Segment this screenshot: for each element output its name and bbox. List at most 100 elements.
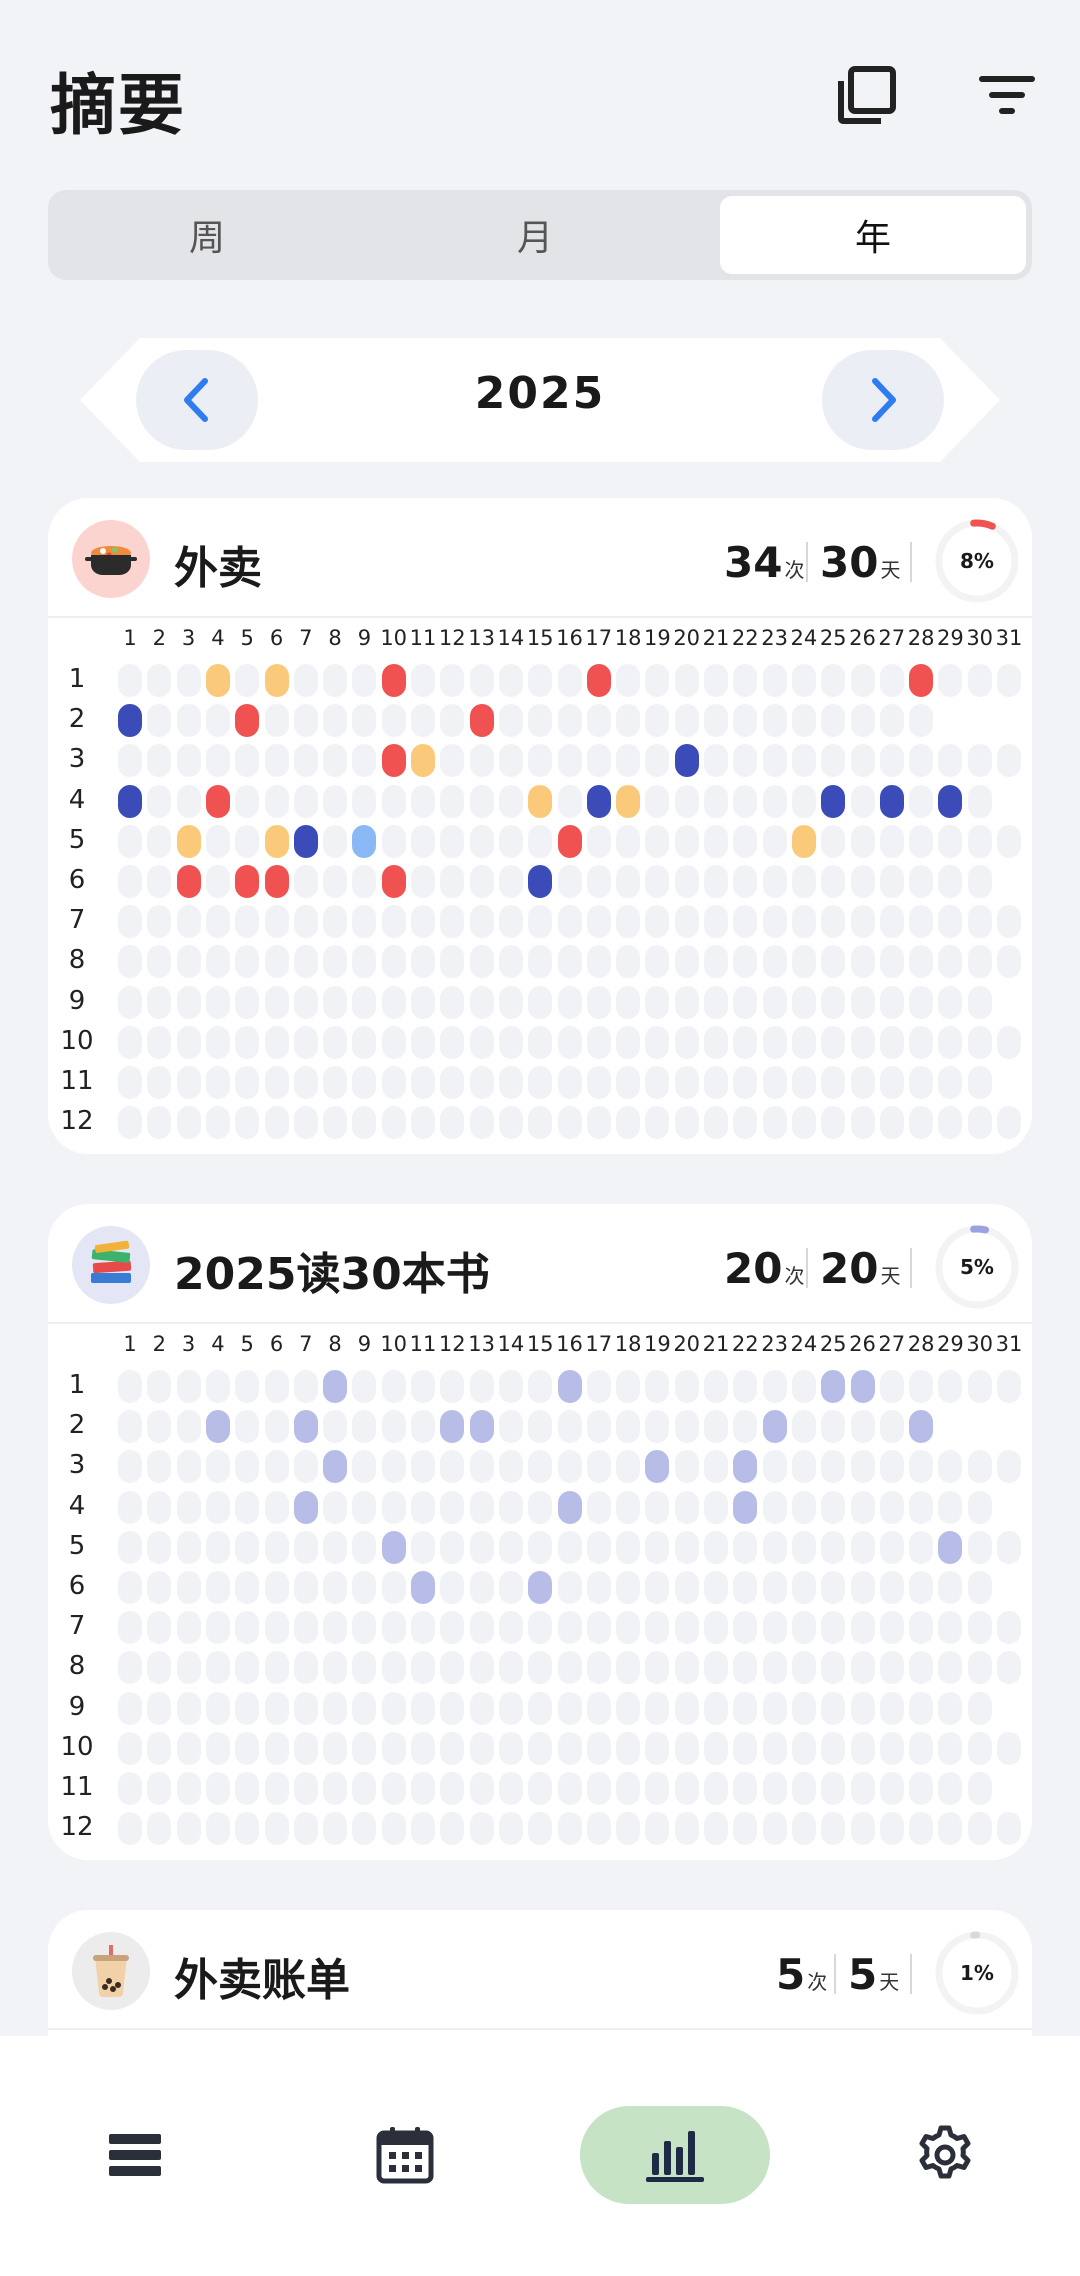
day-cell[interactable] <box>498 1450 523 1484</box>
day-cell[interactable] <box>733 1450 758 1484</box>
day-cell[interactable] <box>293 704 318 738</box>
day-cell[interactable] <box>469 1490 494 1524</box>
day-cell[interactable] <box>147 865 172 898</box>
day-cell[interactable] <box>323 824 348 858</box>
day-cell[interactable] <box>381 905 406 939</box>
nav-settings[interactable] <box>890 2106 1000 2204</box>
day-cell[interactable] <box>381 865 406 898</box>
day-cell[interactable] <box>205 985 230 1019</box>
day-cell[interactable] <box>821 1611 846 1645</box>
day-cell[interactable] <box>469 784 494 818</box>
day-cell[interactable] <box>469 704 494 738</box>
day-cell[interactable] <box>381 1025 406 1059</box>
copy-icon[interactable] <box>832 60 902 130</box>
day-cell[interactable] <box>469 1370 494 1403</box>
day-cell[interactable] <box>323 1651 348 1685</box>
day-cell[interactable] <box>498 1691 523 1725</box>
day-cell[interactable] <box>967 905 992 939</box>
day-cell[interactable] <box>469 1410 494 1444</box>
day-cell[interactable] <box>352 1731 377 1765</box>
day-cell[interactable] <box>616 905 641 939</box>
day-cell[interactable] <box>205 905 230 939</box>
day-cell[interactable] <box>205 784 230 818</box>
day-cell[interactable] <box>381 1530 406 1564</box>
day-cell[interactable] <box>293 1651 318 1685</box>
day-cell[interactable] <box>645 824 670 858</box>
day-cell[interactable] <box>176 664 201 697</box>
day-cell[interactable] <box>909 1691 934 1725</box>
day-cell[interactable] <box>762 905 787 939</box>
day-cell[interactable] <box>997 824 1021 858</box>
day-cell[interactable] <box>528 865 553 898</box>
day-cell[interactable] <box>909 744 934 778</box>
day-cell[interactable] <box>704 1571 728 1604</box>
day-cell[interactable] <box>235 1450 260 1484</box>
day-cell[interactable] <box>616 1691 641 1725</box>
day-cell[interactable] <box>821 1530 846 1564</box>
day-cell[interactable] <box>498 1066 523 1099</box>
day-cell[interactable] <box>176 824 201 858</box>
day-cell[interactable] <box>821 865 846 898</box>
day-cell[interactable] <box>381 1611 406 1645</box>
day-cell[interactable] <box>147 1651 172 1685</box>
day-cell[interactable] <box>997 945 1021 979</box>
day-cell[interactable] <box>674 1731 699 1765</box>
day-cell[interactable] <box>850 1772 875 1805</box>
day-cell[interactable] <box>704 704 728 738</box>
day-cell[interactable] <box>147 1025 172 1059</box>
day-cell[interactable] <box>147 985 172 1019</box>
day-cell[interactable] <box>557 1812 582 1846</box>
day-cell[interactable] <box>469 1691 494 1725</box>
day-cell[interactable] <box>411 824 435 858</box>
day-cell[interactable] <box>264 1571 289 1604</box>
day-cell[interactable] <box>118 1370 142 1403</box>
day-cell[interactable] <box>645 1025 670 1059</box>
day-cell[interactable] <box>147 1530 172 1564</box>
day-cell[interactable] <box>616 824 641 858</box>
day-cell[interactable] <box>205 1490 230 1524</box>
day-cell[interactable] <box>176 1812 201 1846</box>
day-cell[interactable] <box>762 1370 787 1403</box>
day-cell[interactable] <box>176 1490 201 1524</box>
day-cell[interactable] <box>791 1106 816 1140</box>
day-cell[interactable] <box>762 1571 787 1604</box>
day-cell[interactable] <box>821 1066 846 1099</box>
day-cell[interactable] <box>733 1611 758 1645</box>
day-cell[interactable] <box>967 1731 992 1765</box>
day-cell[interactable] <box>733 945 758 979</box>
day-cell[interactable] <box>821 945 846 979</box>
day-cell[interactable] <box>498 704 523 738</box>
day-cell[interactable] <box>791 784 816 818</box>
day-cell[interactable] <box>586 824 611 858</box>
day-cell[interactable] <box>118 1812 142 1846</box>
day-cell[interactable] <box>528 945 553 979</box>
day-cell[interactable] <box>235 1025 260 1059</box>
day-cell[interactable] <box>264 985 289 1019</box>
day-cell[interactable] <box>323 1611 348 1645</box>
day-cell[interactable] <box>528 1571 553 1604</box>
day-cell[interactable] <box>352 704 377 738</box>
day-cell[interactable] <box>176 704 201 738</box>
day-cell[interactable] <box>557 1106 582 1140</box>
day-cell[interactable] <box>616 664 641 697</box>
day-cell[interactable] <box>762 865 787 898</box>
day-cell[interactable] <box>850 1106 875 1140</box>
day-cell[interactable] <box>411 664 435 697</box>
day-cell[interactable] <box>528 664 553 697</box>
day-cell[interactable] <box>821 1812 846 1846</box>
day-cell[interactable] <box>909 1571 934 1604</box>
day-cell[interactable] <box>791 1812 816 1846</box>
day-cell[interactable] <box>557 1731 582 1765</box>
day-cell[interactable] <box>879 1651 904 1685</box>
day-cell[interactable] <box>264 1691 289 1725</box>
day-cell[interactable] <box>176 1370 201 1403</box>
day-cell[interactable] <box>235 1571 260 1604</box>
day-cell[interactable] <box>586 1812 611 1846</box>
day-cell[interactable] <box>147 1450 172 1484</box>
day-cell[interactable] <box>791 1651 816 1685</box>
day-cell[interactable] <box>381 945 406 979</box>
day-cell[interactable] <box>909 1731 934 1765</box>
day-cell[interactable] <box>791 985 816 1019</box>
day-cell[interactable] <box>176 1772 201 1805</box>
day-cell[interactable] <box>645 1410 670 1444</box>
